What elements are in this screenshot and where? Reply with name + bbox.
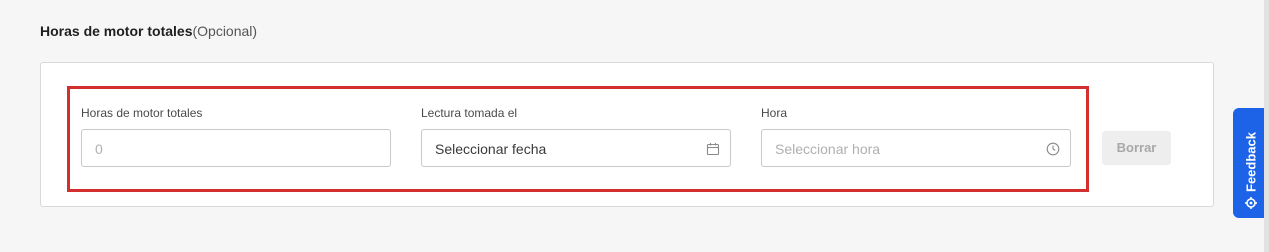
time-label: Hora — [761, 106, 788, 120]
page: Horas de motor totales(Opcional) Horas d… — [0, 0, 1269, 252]
feedback-icon — [1245, 197, 1257, 209]
reading-date-label: Lectura tomada el — [421, 106, 518, 120]
section-title-optional: (Opcional) — [192, 23, 258, 39]
engine-hours-input[interactable]: 0 — [81, 129, 391, 167]
engine-hours-label: Horas de motor totales — [81, 106, 203, 120]
time-picker[interactable]: Seleccionar hora — [761, 129, 1071, 167]
scrollbar-track[interactable] — [1264, 0, 1269, 252]
engine-hours-placeholder: 0 — [95, 141, 103, 157]
calendar-icon[interactable] — [706, 142, 720, 156]
feedback-label: Feedback — [1243, 132, 1259, 192]
reading-date-picker[interactable]: Seleccionar fecha — [421, 129, 731, 167]
section-title-main: Horas de motor totales — [40, 23, 193, 39]
clock-icon[interactable] — [1046, 142, 1060, 156]
clear-button[interactable]: Borrar — [1102, 131, 1171, 165]
reading-date-value: Seleccionar fecha — [435, 141, 547, 157]
time-placeholder: Seleccionar hora — [775, 141, 881, 157]
section-title: Horas de motor totales(Opcional) — [40, 23, 257, 39]
